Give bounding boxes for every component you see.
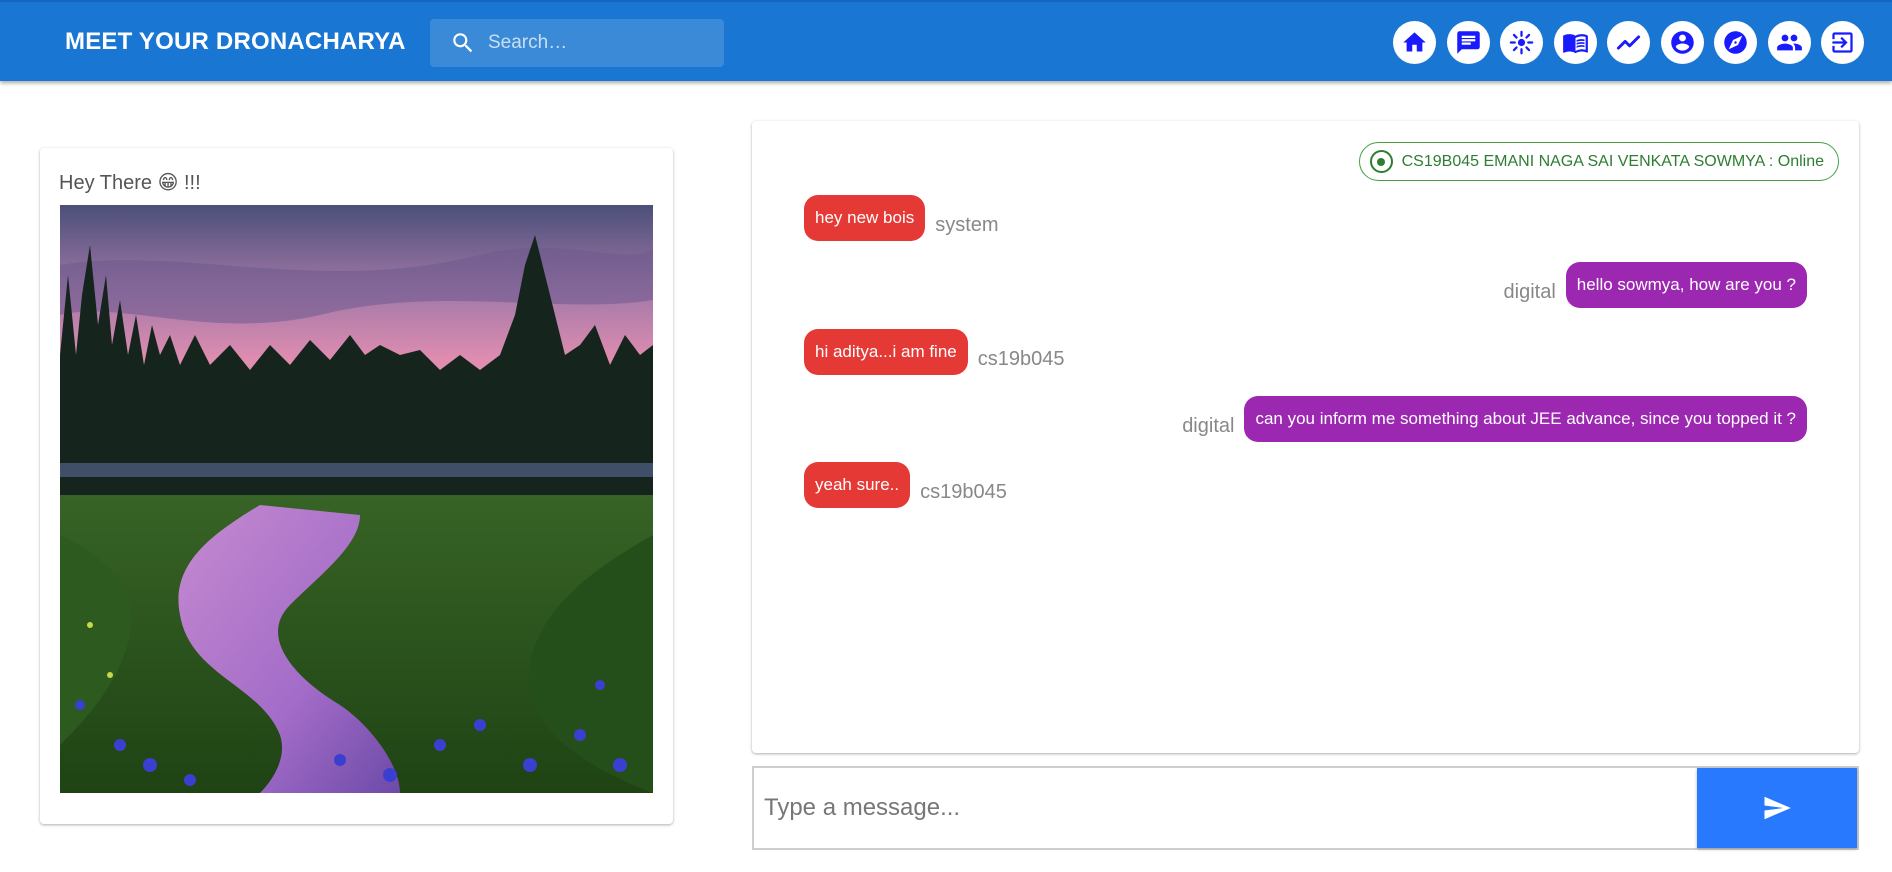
nav-trending-button[interactable] xyxy=(1607,21,1650,64)
message-sender: digital xyxy=(1503,281,1556,303)
online-status-chip[interactable]: CS19B045 EMANI NAGA SAI VENKATA SOWMYA :… xyxy=(1358,142,1839,181)
message-bubble: hello sowmya, how are you ? xyxy=(1565,262,1807,308)
nav-forum-button[interactable] xyxy=(1446,21,1490,64)
explore-icon xyxy=(1724,31,1747,54)
message-bubble: hi aditya...i am fine xyxy=(804,329,968,375)
nav-book-button[interactable] xyxy=(1553,21,1597,64)
greeting-title: Hey There 😁 !!! xyxy=(59,170,201,195)
message-sender: digital xyxy=(1182,415,1235,437)
chat-message: hi aditya...i am fine cs19b045 xyxy=(804,329,1065,375)
hub-icon xyxy=(1509,30,1534,55)
profile-card: Hey There 😁 !!! xyxy=(40,148,673,824)
chat-message: digital can you inform me something abou… xyxy=(1182,396,1807,442)
nav-hub-button[interactable] xyxy=(1500,21,1543,64)
nav-home-button[interactable] xyxy=(1393,21,1436,64)
chat-message: digital hello sowmya, how are you ? xyxy=(1503,262,1807,308)
message-bubble: can you inform me something about JEE ad… xyxy=(1244,396,1807,442)
message-sender: system xyxy=(935,214,999,236)
send-icon xyxy=(1764,796,1791,820)
chat-message: yeah sure.. cs19b045 xyxy=(804,462,1007,508)
search-box[interactable] xyxy=(430,19,724,67)
message-composer xyxy=(752,766,1859,850)
message-bubble: hey new bois xyxy=(804,195,926,241)
people-icon xyxy=(1776,34,1802,51)
message-sender: cs19b045 xyxy=(977,348,1065,370)
message-input[interactable] xyxy=(764,768,1684,848)
nav-profile-button[interactable] xyxy=(1660,21,1704,64)
nav-explore-button[interactable] xyxy=(1714,21,1757,64)
nav-people-button[interactable] xyxy=(1767,21,1811,64)
trending-up-icon xyxy=(1616,35,1641,50)
forum-icon xyxy=(1456,31,1480,54)
brand-title[interactable]: MEET YOUR DRONACHARYA xyxy=(65,28,406,56)
landscape-photo xyxy=(60,205,653,793)
app-bar: MEET YOUR DRONACHARYA xyxy=(0,0,1892,81)
nav-logout-button[interactable] xyxy=(1821,21,1864,64)
menu-book-icon xyxy=(1562,34,1588,54)
chat-message: hey new bois system xyxy=(804,195,999,241)
greeting-prefix: Hey There xyxy=(59,172,158,194)
send-button[interactable] xyxy=(1697,768,1857,848)
chat-panel: CS19B045 EMANI NAGA SAI VENKATA SOWMYA :… xyxy=(752,121,1859,753)
search-icon xyxy=(453,33,473,53)
greeting-suffix: !!! xyxy=(178,172,201,194)
radio-button-checked-icon xyxy=(1369,150,1393,173)
grin-emoji-icon: 😁 xyxy=(157,172,179,194)
online-status-text: CS19B045 EMANI NAGA SAI VENKATA SOWMYA :… xyxy=(1401,152,1824,170)
home-icon xyxy=(1403,32,1426,52)
message-bubble: yeah sure.. xyxy=(804,462,911,508)
message-sender: cs19b045 xyxy=(920,481,1007,503)
account-circle-icon xyxy=(1670,31,1694,54)
logout-icon xyxy=(1832,32,1853,53)
search-input[interactable] xyxy=(488,19,718,67)
